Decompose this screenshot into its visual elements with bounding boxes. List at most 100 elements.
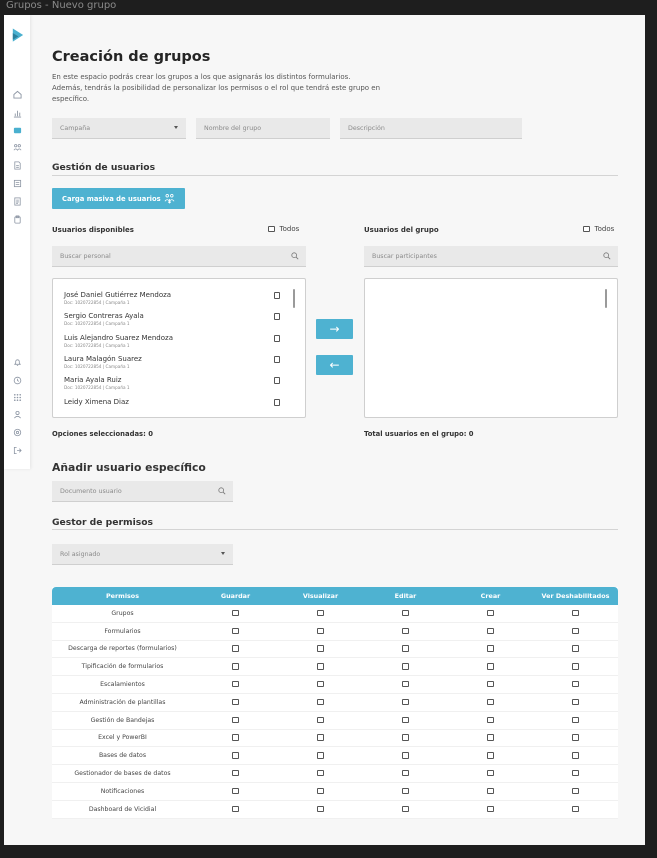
- list-item[interactable]: Luis Alejandro Suarez Mendoza Doc: 10207…: [64, 334, 294, 348]
- permission-checkbox[interactable]: [317, 787, 324, 795]
- available-select-all[interactable]: Todos: [268, 225, 299, 233]
- settings-icon[interactable]: [12, 427, 22, 437]
- search-personnel-input[interactable]: Buscar personal: [52, 246, 306, 267]
- permission-checkbox[interactable]: [572, 680, 579, 688]
- permission-checkbox[interactable]: [402, 734, 409, 741]
- permission-checkbox[interactable]: [402, 752, 409, 759]
- user-checkbox[interactable]: [273, 356, 280, 363]
- permission-checkbox[interactable]: [572, 609, 579, 617]
- permission-checkbox[interactable]: [232, 752, 239, 759]
- list-item[interactable]: Maria Ayala Ruiz Doc: 1020722854 | Campa…: [64, 376, 294, 390]
- campaign-select[interactable]: Campaña: [52, 118, 186, 139]
- clipboard-icon[interactable]: [12, 214, 22, 224]
- permission-checkbox[interactable]: [232, 716, 239, 724]
- document-input[interactable]: Documento usuario: [52, 481, 233, 502]
- grid-icon[interactable]: [12, 392, 22, 402]
- user-checkbox[interactable]: [273, 377, 280, 384]
- permission-checkbox[interactable]: [487, 627, 494, 635]
- list-item[interactable]: José Daniel Gutiérrez Mendoza Doc: 10207…: [64, 291, 294, 305]
- home-icon[interactable]: [12, 89, 22, 99]
- available-users-list[interactable]: José Daniel Gutiérrez Mendoza Doc: 10207…: [52, 278, 306, 418]
- permission-checkbox[interactable]: [487, 680, 494, 688]
- permission-checkbox[interactable]: [232, 645, 239, 652]
- logout-icon[interactable]: [12, 445, 22, 455]
- move-left-button[interactable]: ←: [316, 355, 353, 375]
- permission-checkbox[interactable]: [402, 645, 409, 652]
- permission-checkbox[interactable]: [232, 769, 239, 777]
- permission-checkbox[interactable]: [487, 769, 494, 777]
- bell-icon[interactable]: [12, 357, 22, 367]
- reports-icon[interactable]: [12, 178, 22, 188]
- permission-checkbox[interactable]: [402, 698, 409, 706]
- permission-checkbox[interactable]: [487, 609, 494, 617]
- user-checkbox[interactable]: [273, 313, 280, 320]
- select-all-checkbox[interactable]: [268, 225, 275, 233]
- list-item[interactable]: Sergio Contreras Ayala Doc: 1020722854 |…: [64, 312, 294, 326]
- permission-checkbox[interactable]: [402, 609, 409, 617]
- document-icon[interactable]: [12, 196, 22, 206]
- groups-icon[interactable]: [12, 125, 22, 135]
- permission-checkbox[interactable]: [402, 627, 409, 635]
- permission-checkbox[interactable]: [487, 752, 494, 759]
- group-users-list[interactable]: [364, 278, 618, 418]
- role-select[interactable]: Rol asignado: [52, 544, 233, 565]
- permission-checkbox[interactable]: [317, 698, 324, 706]
- users-icon[interactable]: [12, 142, 22, 152]
- user-checkbox[interactable]: [273, 335, 280, 342]
- permission-checkbox[interactable]: [572, 716, 579, 724]
- permission-checkbox[interactable]: [317, 609, 324, 617]
- permission-checkbox[interactable]: [402, 680, 409, 688]
- permission-checkbox[interactable]: [487, 645, 494, 652]
- permission-checkbox[interactable]: [572, 645, 579, 652]
- permission-checkbox[interactable]: [487, 734, 494, 741]
- permission-checkbox[interactable]: [232, 734, 239, 741]
- permission-checkbox[interactable]: [487, 716, 494, 724]
- select-all-checkbox[interactable]: [583, 225, 590, 233]
- permission-checkbox[interactable]: [572, 698, 579, 706]
- permission-checkbox[interactable]: [317, 680, 324, 688]
- mass-upload-button[interactable]: Carga masiva de usuarios: [52, 188, 185, 209]
- permission-checkbox[interactable]: [232, 609, 239, 617]
- permission-checkbox[interactable]: [487, 805, 494, 813]
- list-item[interactable]: Laura Malagón Suarez Doc: 1020722854 | C…: [64, 355, 294, 369]
- search-participants-input[interactable]: Buscar participantes: [364, 246, 618, 267]
- permission-checkbox[interactable]: [572, 787, 579, 795]
- permission-checkbox[interactable]: [572, 627, 579, 635]
- list-item[interactable]: Leidy Ximena Diaz: [64, 398, 294, 406]
- permission-checkbox[interactable]: [572, 663, 579, 670]
- permission-checkbox[interactable]: [572, 734, 579, 741]
- permission-checkbox[interactable]: [402, 805, 409, 813]
- group-select-all[interactable]: Todos: [583, 225, 614, 233]
- permission-checkbox[interactable]: [232, 787, 239, 795]
- profile-icon[interactable]: [12, 409, 22, 419]
- history-icon[interactable]: [12, 375, 22, 385]
- permission-checkbox[interactable]: [317, 805, 324, 813]
- permission-checkbox[interactable]: [572, 752, 579, 759]
- permission-checkbox[interactable]: [317, 769, 324, 777]
- permission-checkbox[interactable]: [232, 627, 239, 635]
- logo-icon[interactable]: [10, 27, 25, 43]
- permission-checkbox[interactable]: [317, 716, 324, 724]
- permission-checkbox[interactable]: [487, 787, 494, 795]
- permission-checkbox[interactable]: [402, 716, 409, 724]
- description-input[interactable]: Descripción: [340, 118, 522, 139]
- permission-checkbox[interactable]: [232, 680, 239, 688]
- permission-checkbox[interactable]: [402, 787, 409, 795]
- permission-checkbox[interactable]: [317, 645, 324, 652]
- permission-checkbox[interactable]: [487, 663, 494, 670]
- permission-checkbox[interactable]: [317, 627, 324, 635]
- permission-checkbox[interactable]: [317, 752, 324, 759]
- user-checkbox[interactable]: [273, 399, 280, 406]
- permission-checkbox[interactable]: [232, 663, 239, 670]
- permission-checkbox[interactable]: [232, 698, 239, 706]
- permission-checkbox[interactable]: [487, 698, 494, 706]
- move-right-button[interactable]: →: [316, 319, 353, 339]
- permission-checkbox[interactable]: [402, 769, 409, 777]
- scrollbar-thumb[interactable]: [293, 289, 295, 308]
- permission-checkbox[interactable]: [572, 805, 579, 813]
- permission-checkbox[interactable]: [232, 805, 239, 813]
- forms-icon[interactable]: [12, 160, 22, 170]
- permission-checkbox[interactable]: [317, 734, 324, 741]
- scrollbar-thumb[interactable]: [605, 289, 607, 308]
- user-checkbox[interactable]: [273, 292, 280, 299]
